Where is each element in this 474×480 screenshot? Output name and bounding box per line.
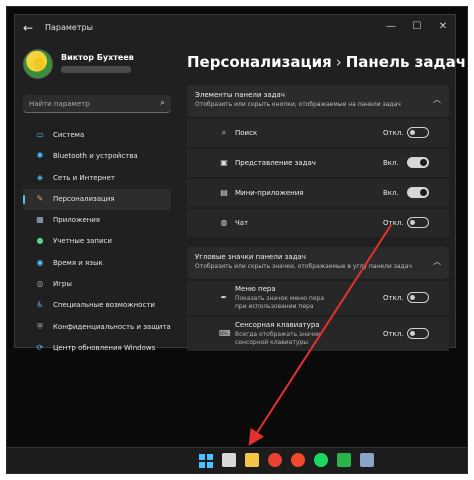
arrow-line [248,224,392,446]
annotation-arrow [248,224,392,446]
screen: ← Параметры — ☐ ✕ Виктор Бухтеев Найти п… [6,6,468,474]
